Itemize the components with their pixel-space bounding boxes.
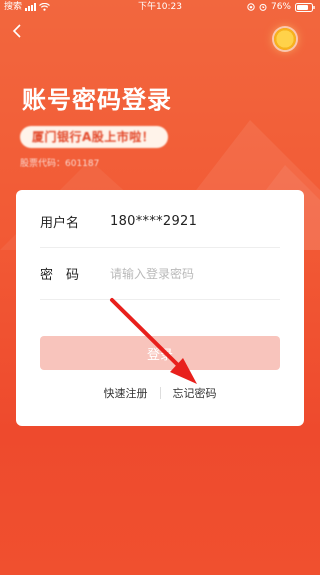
status-right: 76% [247,0,315,14]
battery-percent: 76% [270,2,291,12]
password-input[interactable] [110,266,270,281]
stock-code-text: 股票代码：601187 [20,159,100,169]
login-button[interactable]: 登录 [40,336,280,370]
alarm-icon [259,3,267,11]
login-card: 用户名 180****2921 密 码 登录 快速注册 忘记密码 [16,190,304,426]
battery-icon [295,2,315,12]
username-label: 用户名 [40,216,80,231]
status-bar: 搜索 下午10:23 76% [0,0,320,14]
rotation-lock-icon [247,3,255,11]
coin-icon [274,28,296,50]
username-field[interactable]: 180****2921 [110,214,197,229]
password-row: 密 码 [40,248,280,300]
register-link[interactable]: 快速注册 [92,385,160,401]
page-title: 账号密码登录 [22,86,172,114]
username-row: 用户名 180****2921 [40,196,280,248]
back-icon [12,24,21,38]
password-label: 密 码 [40,268,80,283]
promo-banner: 厦门银行A股上市啦！ [20,126,169,148]
back-button[interactable] [8,22,26,40]
links-row: 快速注册 忘记密码 [16,384,304,402]
forgot-password-link[interactable]: 忘记密码 [161,385,229,401]
